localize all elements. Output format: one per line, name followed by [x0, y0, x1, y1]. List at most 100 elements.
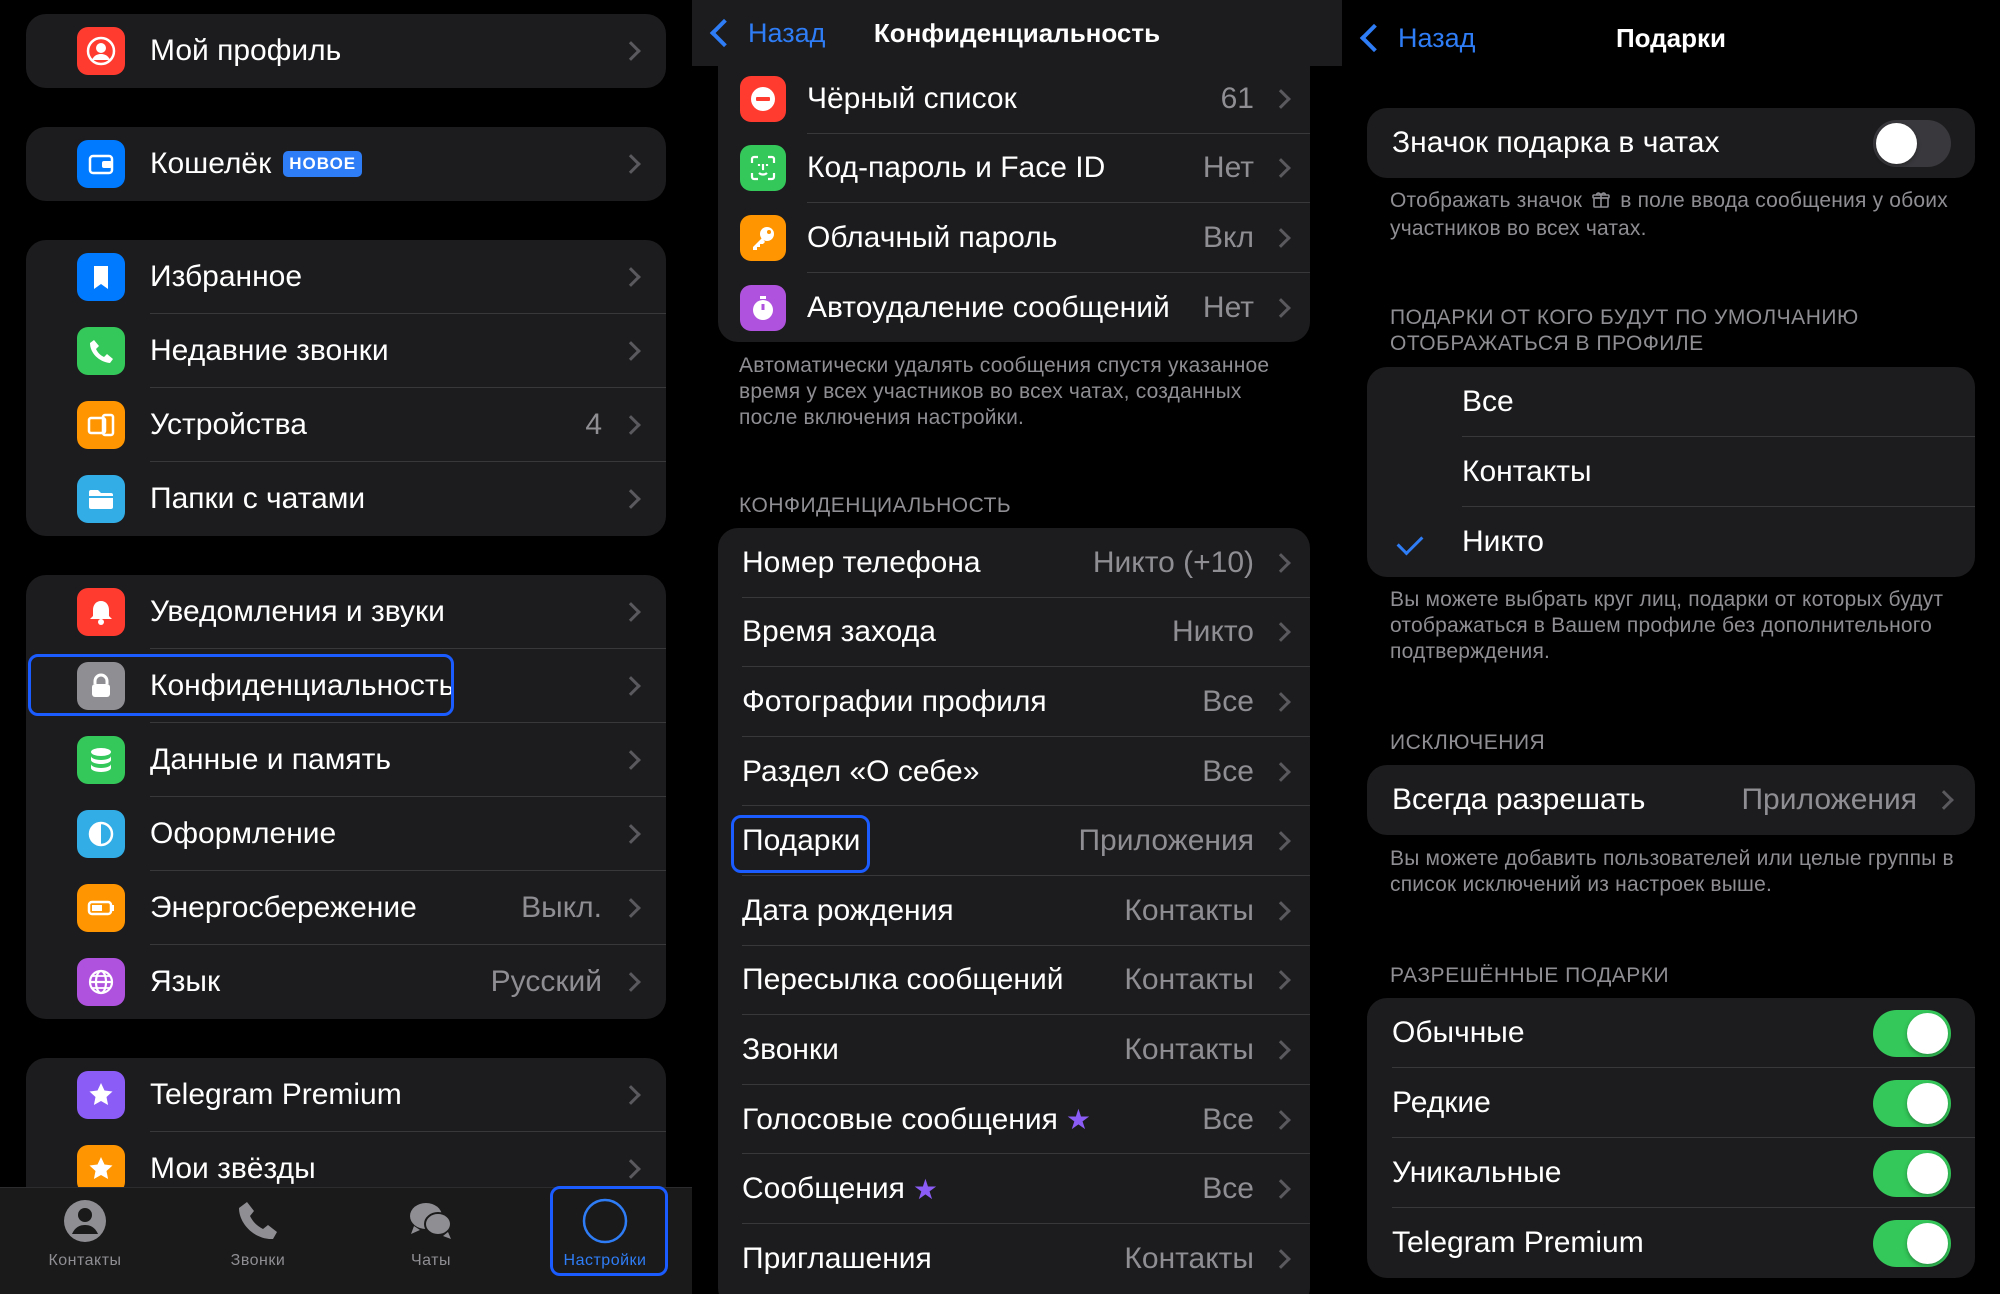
- privacy-section-header: КОНФИДЕНЦИАЛЬНОСТЬ: [739, 494, 1012, 517]
- allowed-gift-label: Уникальные: [1392, 1156, 1562, 1189]
- settings-item-appearance[interactable]: Оформление: [26, 797, 666, 871]
- chevron-right-icon: [1271, 1040, 1291, 1060]
- stars-icon: [77, 1145, 125, 1193]
- privacy-item-value: Нет: [1202, 151, 1254, 185]
- privacy-item-label: Сообщения: [742, 1172, 905, 1206]
- chevron-right-icon: [621, 41, 641, 61]
- settings-item-devices[interactable]: Устройства 4: [26, 388, 666, 462]
- display-options-group: Все Контакты Никто: [1367, 367, 1975, 577]
- privacy-item-birthday[interactable]: Дата рождения Контакты: [718, 876, 1310, 946]
- settings-item-label: Язык: [150, 965, 221, 998]
- tab-settings[interactable]: Настройки: [530, 1188, 680, 1294]
- tab-label: Звонки: [230, 1252, 286, 1269]
- always-allow-label: Всегда разрешать: [1392, 783, 1646, 816]
- privacy-item-bio[interactable]: Раздел «О себе» Все: [718, 737, 1310, 807]
- settings-item-telegram-premium[interactable]: Telegram Premium: [26, 1058, 666, 1132]
- privacy-item-passcode[interactable]: Код-пароль и Face ID Нет: [718, 134, 1310, 204]
- privacy-item-forwarding[interactable]: Пересылка сообщений Контакты: [718, 946, 1310, 1016]
- privacy-item-value: Контакты: [1124, 893, 1254, 927]
- page-title: Конфиденциальность: [873, 17, 1161, 48]
- exceptions-footer: Вы можете добавить пользователей или цел…: [1390, 847, 1954, 896]
- privacy-item-cloud-password[interactable]: Облачный пароль Вкл: [718, 203, 1310, 273]
- privacy-item-label: Пересылка сообщений: [742, 963, 1064, 997]
- exceptions-group: Всегда разрешать Приложения: [1367, 765, 1975, 835]
- phone-icon: [77, 327, 125, 375]
- privacy-item-messages[interactable]: Сообщения ★ Все: [718, 1154, 1310, 1224]
- privacy-item-label: Звонки: [742, 1032, 839, 1066]
- settings-item-recent-calls[interactable]: Недавние звонки: [26, 314, 666, 388]
- chevron-right-icon: [621, 750, 641, 770]
- settings-item-wallet[interactable]: Кошелёк НОВОЕ: [26, 127, 666, 201]
- premium-star-icon: ★: [1065, 1104, 1091, 1136]
- allowed-gift-toggle[interactable]: [1873, 1079, 1951, 1127]
- privacy-item-label: Подарки: [742, 824, 861, 858]
- privacy-item-label: Фотографии профиля: [742, 684, 1047, 718]
- privacy-panel: Назад Конфиденциальность Чёрный список 6…: [692, 0, 1342, 1294]
- contacts-icon: [64, 1200, 106, 1242]
- settings-item-my-profile[interactable]: Мой профиль: [26, 14, 666, 88]
- display-option-label: Никто: [1462, 525, 1544, 558]
- chevron-right-icon: [621, 1159, 641, 1179]
- globe-icon: [77, 958, 125, 1006]
- privacy-item-label: Код-пароль и Face ID: [807, 151, 1106, 185]
- tab-label: Настройки: [563, 1252, 647, 1269]
- display-option-everyone[interactable]: Все: [1367, 367, 1975, 437]
- allowed-gift-toggle[interactable]: [1873, 1009, 1951, 1057]
- chevron-right-icon: [621, 898, 641, 918]
- privacy-item-label: Номер телефона: [742, 545, 981, 579]
- always-allow-value: Приложения: [1741, 783, 1917, 816]
- always-allow-row[interactable]: Всегда разрешать Приложения: [1367, 765, 1975, 835]
- devices-icon: [77, 401, 125, 449]
- chevron-right-icon: [621, 415, 641, 435]
- settings-item-notifications[interactable]: Уведомления и звуки: [26, 575, 666, 649]
- display-option-contacts[interactable]: Контакты: [1367, 437, 1975, 507]
- key-icon: [740, 214, 786, 261]
- gift-icon: [1592, 190, 1610, 216]
- privacy-item-label: Голосовые сообщения: [742, 1102, 1058, 1136]
- privacy-item-gifts[interactable]: Подарки Приложения: [718, 806, 1310, 876]
- wallet-icon: [77, 140, 125, 188]
- privacy-item-auto-delete[interactable]: Автоудаление сообщений Нет: [718, 273, 1310, 342]
- privacy-item-blocked[interactable]: Чёрный список 61: [718, 64, 1310, 134]
- tab-contacts[interactable]: Контакты: [10, 1188, 160, 1294]
- settings-item-label: Данные и память: [150, 743, 391, 776]
- settings-item-label: Энергосбережение: [150, 891, 417, 924]
- settings-item-label: Избранное: [150, 260, 303, 293]
- settings-item-favorites[interactable]: Избранное: [26, 240, 666, 314]
- settings-item-privacy[interactable]: Конфиденциальность: [26, 649, 666, 723]
- tab-chats[interactable]: Чаты: [356, 1188, 506, 1294]
- settings-item-power-saving[interactable]: Энергосбережение Выкл.: [26, 871, 666, 945]
- display-option-label: Контакты: [1462, 455, 1592, 488]
- chevron-right-icon: [1271, 622, 1291, 643]
- chevron-right-icon: [1271, 900, 1291, 921]
- privacy-item-profile-photos[interactable]: Фотографии профиля Все: [718, 667, 1310, 737]
- privacy-item-calls[interactable]: Звонки Контакты: [718, 1015, 1310, 1085]
- privacy-item-label: Время захода: [742, 615, 936, 649]
- gifts-navbar: Назад Подарки: [1342, 0, 2000, 76]
- allowed-gift-toggle[interactable]: [1873, 1149, 1951, 1197]
- settings-panel: Мой профиль Кошелёк НОВОЕ Избранное Неда…: [0, 0, 692, 1294]
- allowed-gift-toggle[interactable]: [1873, 1219, 1951, 1267]
- settings-item-label: Кошелёк: [150, 147, 272, 180]
- settings-item-language[interactable]: Язык Русский: [26, 945, 666, 1019]
- chevron-right-icon: [1271, 1179, 1291, 1200]
- chevron-right-icon: [1271, 1109, 1291, 1130]
- privacy-item-voice-messages[interactable]: Голосовые сообщения ★ Все: [718, 1085, 1310, 1155]
- chevron-right-icon: [1271, 88, 1291, 109]
- chevron-right-icon: [621, 676, 641, 696]
- tab-calls[interactable]: Звонки: [183, 1188, 333, 1294]
- allowed-gift-rare: Редкие: [1367, 1068, 1975, 1138]
- privacy-item-invitations[interactable]: Приглашения Контакты: [718, 1224, 1310, 1294]
- gift-icon-toggle[interactable]: [1873, 119, 1951, 167]
- display-option-nobody[interactable]: Никто: [1367, 507, 1975, 577]
- blocked-icon: [740, 75, 786, 122]
- chevron-right-icon: [621, 154, 641, 174]
- tab-bar: Контакты Звонки Чаты Настройки: [0, 1187, 692, 1294]
- settings-item-data-storage[interactable]: Данные и память: [26, 723, 666, 797]
- settings-item-chat-folders[interactable]: Папки с чатами: [26, 462, 666, 536]
- privacy-item-label: Облачный пароль: [807, 220, 1058, 254]
- toggle-knob: [1907, 1082, 1948, 1124]
- privacy-item-last-seen[interactable]: Время захода Никто: [718, 598, 1310, 668]
- chevron-right-icon: [621, 267, 641, 287]
- privacy-item-phone-number[interactable]: Номер телефона Никто (+10): [718, 528, 1310, 598]
